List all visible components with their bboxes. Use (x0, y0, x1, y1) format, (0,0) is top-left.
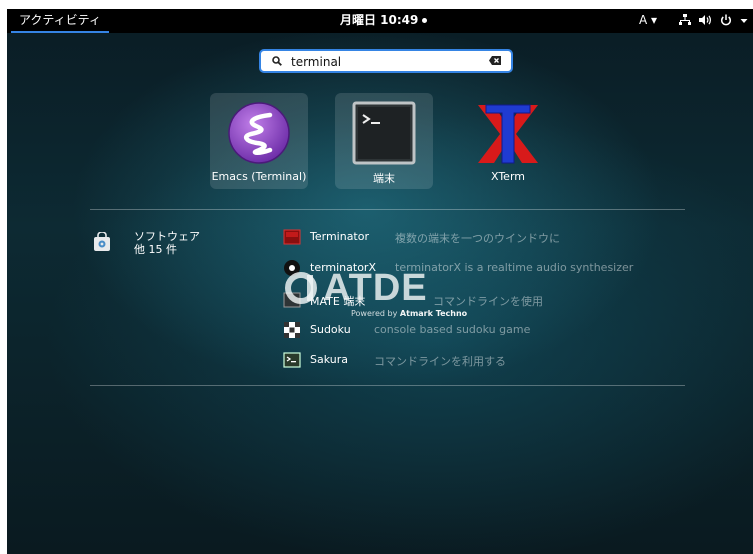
provider-software[interactable]: ソフトウェア 他 15 件 (91, 229, 201, 269)
clear-text-icon[interactable] (489, 56, 501, 65)
software-bag-icon (94, 232, 110, 251)
power-icon (720, 14, 732, 26)
system-menu[interactable] (679, 9, 748, 31)
search-input[interactable] (291, 55, 481, 69)
clock-button[interactable]: 月曜日 10:49 (340, 9, 428, 31)
xterm-icon (478, 104, 538, 164)
provider-count: 他 15 件 (134, 243, 177, 256)
app-label: XTerm (490, 170, 525, 183)
separator-line (90, 209, 685, 210)
list-item[interactable]: terminatorX terminatorX is a realtime au… (283, 257, 703, 279)
notification-dot-icon (422, 18, 428, 23)
app-label: 端末 (373, 172, 395, 185)
list-item[interactable]: Terminator 複数の端末を一つのウインドウに (283, 226, 703, 248)
terminator-icon (283, 229, 301, 245)
app-label: Emacs (Terminal) (211, 170, 307, 183)
provider-name: ソフトウェア (134, 230, 200, 243)
chevron-down-icon (740, 19, 748, 23)
terminatorx-icon (284, 260, 300, 276)
separator-line (90, 385, 685, 386)
search-icon (272, 56, 282, 66)
mate-terminal-icon (283, 292, 301, 308)
list-item[interactable]: MATE 端末 コマンドラインを使用 (283, 289, 703, 311)
emacs-icon (228, 102, 290, 164)
app-result-xterm[interactable]: XTerm (459, 93, 557, 189)
volume-icon (699, 15, 711, 25)
list-item[interactable]: Sakura コマンドラインを利用する (283, 349, 703, 371)
desktop-overview: アクティビティ 月曜日 10:49 A ▾ terminal Emacs (Te… (7, 9, 753, 554)
input-method-indicator[interactable]: A ▾ (639, 9, 657, 31)
sakura-icon (283, 352, 301, 368)
search-entry[interactable] (259, 49, 513, 73)
activities-button[interactable]: アクティビティ (11, 9, 109, 33)
network-wired-icon (679, 14, 691, 25)
app-result-terminal[interactable]: 端末 (335, 93, 433, 189)
terminal-icon (352, 101, 416, 165)
clock-label: 月曜日 10:49 (340, 13, 419, 27)
app-result-emacs[interactable]: Emacs (Terminal) (210, 93, 308, 189)
sudoku-icon (284, 322, 300, 338)
top-bar: アクティビティ 月曜日 10:49 A ▾ (7, 9, 753, 33)
list-item[interactable]: Sudoku console based sudoku game (283, 319, 703, 341)
